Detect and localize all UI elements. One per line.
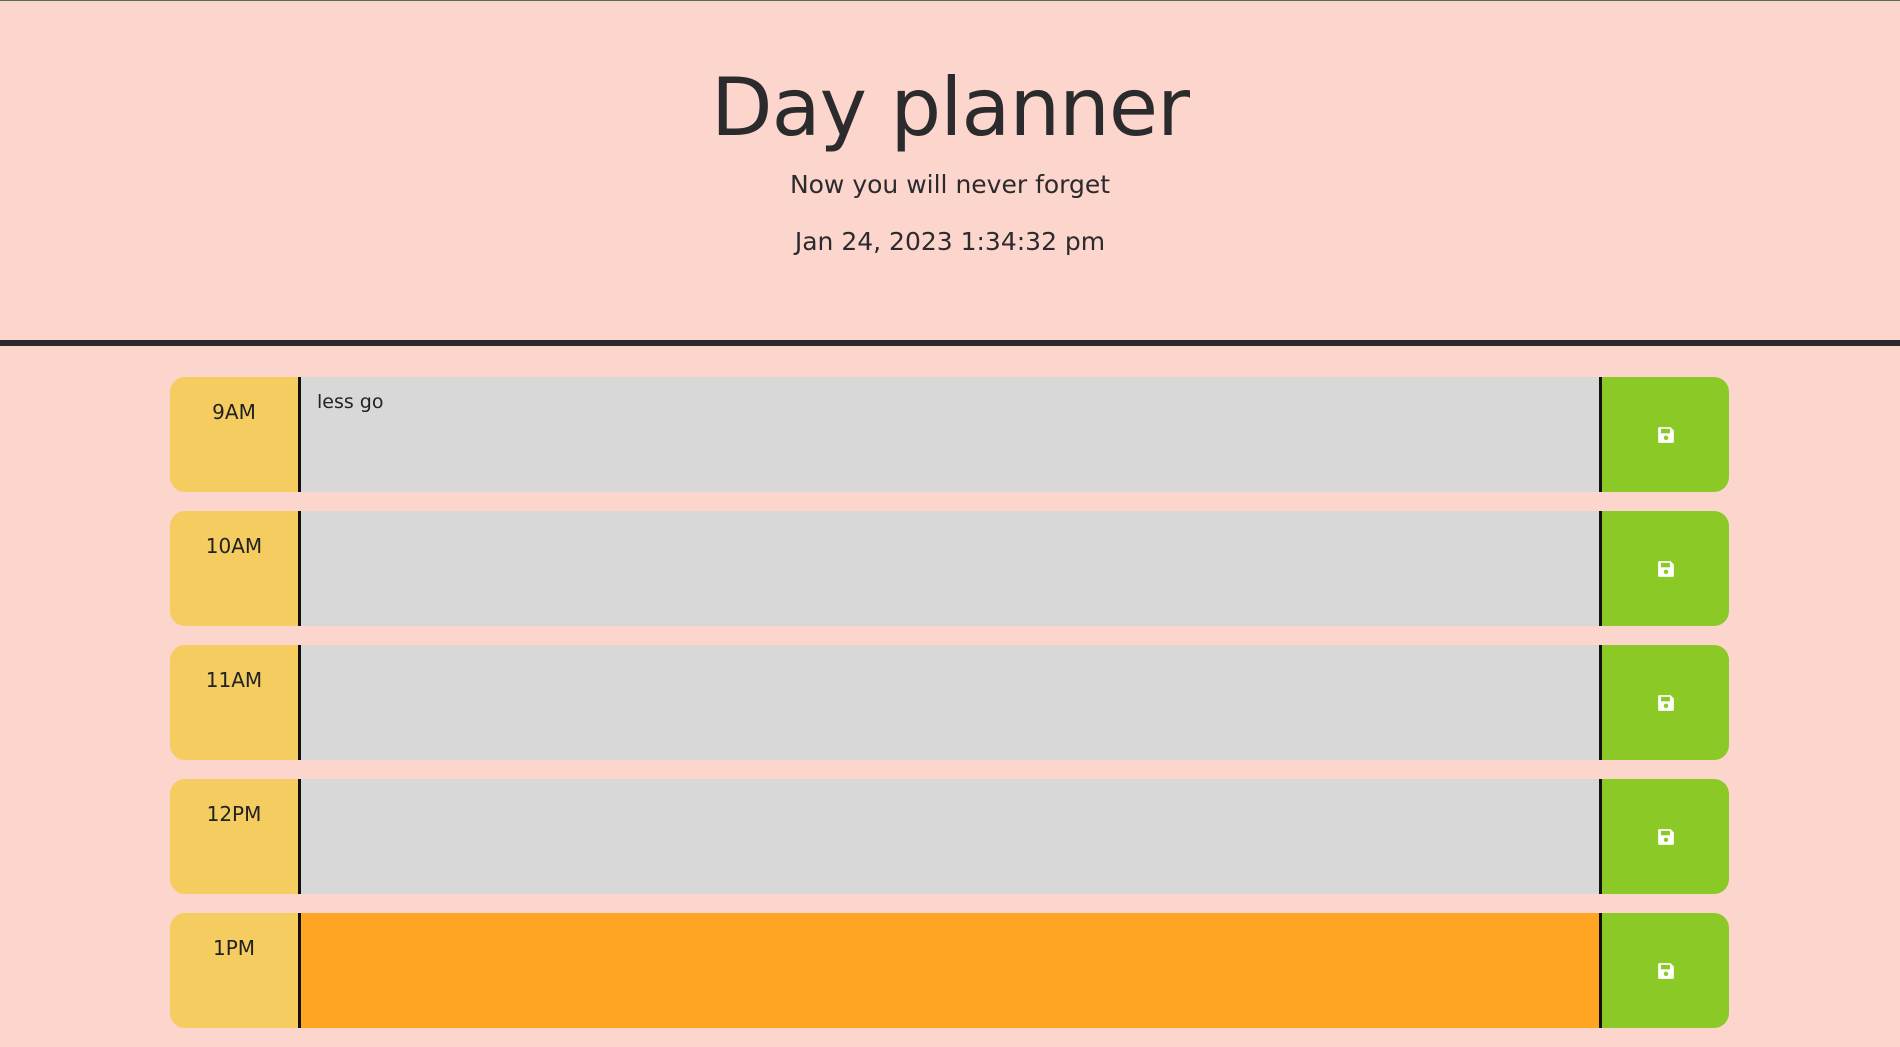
description-input[interactable]	[301, 511, 1602, 626]
save-button[interactable]	[1602, 511, 1729, 626]
hour-label: 9AM	[170, 377, 301, 492]
description-input[interactable]	[301, 645, 1602, 760]
time-block-11am: 11AM	[170, 645, 1729, 760]
hour-label: 10AM	[170, 511, 301, 626]
floppy-disk-icon	[1657, 560, 1675, 578]
page-title: Day planner	[711, 61, 1190, 154]
time-blocks-container: 9AM less go 10AM 11AM 12PM 1PM	[170, 377, 1729, 1047]
save-button[interactable]	[1602, 377, 1729, 492]
floppy-disk-icon	[1657, 694, 1675, 712]
save-button[interactable]	[1602, 779, 1729, 894]
floppy-disk-icon	[1657, 962, 1675, 980]
description-input[interactable]	[301, 779, 1602, 894]
time-block-9am: 9AM less go	[170, 377, 1729, 492]
page-subtitle: Now you will never forget	[789, 170, 1111, 199]
hour-label: 11AM	[170, 645, 301, 760]
header-divider	[0, 340, 1900, 346]
time-block-12pm: 12PM	[170, 779, 1729, 894]
save-button[interactable]	[1602, 913, 1729, 1028]
page-header: Day planner Now you will never forget Ja…	[0, 0, 1900, 340]
hour-label: 12PM	[170, 779, 301, 894]
description-input[interactable]	[301, 913, 1602, 1028]
current-day-clock: Jan 24, 2023 1:34:32 pm	[794, 227, 1106, 256]
time-block-1pm: 1PM	[170, 913, 1729, 1028]
floppy-disk-icon	[1657, 426, 1675, 444]
save-button[interactable]	[1602, 645, 1729, 760]
description-input[interactable]: less go	[301, 377, 1602, 492]
floppy-disk-icon	[1657, 828, 1675, 846]
hour-label: 1PM	[170, 913, 301, 1028]
time-block-10am: 10AM	[170, 511, 1729, 626]
